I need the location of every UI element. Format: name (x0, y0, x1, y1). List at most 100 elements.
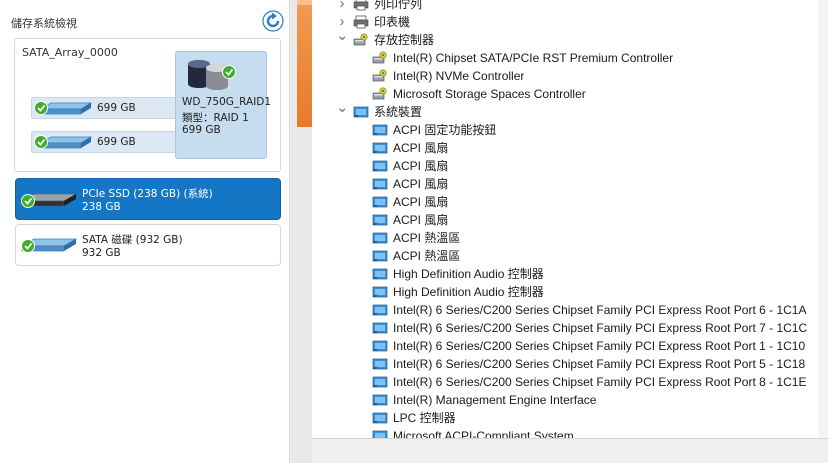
tree-device-item[interactable]: ACPI 固定功能按鈕 (312, 121, 818, 139)
system-device-icon (372, 267, 388, 281)
tree-device-item[interactable]: Intel(R) 6 Series/C200 Series Chipset Fa… (312, 337, 818, 355)
tree-item-label: ACPI 熱溫區 (393, 231, 461, 245)
panel-title: 儲存系統檢視 (11, 17, 77, 30)
disk-name: PCIe SSD (238 GB) (系統) (82, 188, 213, 200)
raid-volume-card[interactable]: WD_750G_RAID1 類型：RAID 1 699 GB (175, 51, 271, 159)
tree-item-label: Intel(R) 6 Series/C200 Series Chipset Fa… (393, 375, 807, 389)
tree-device-item[interactable]: Microsoft ACPI-Compliant System (312, 427, 818, 438)
tree-item-label: Microsoft ACPI-Compliant System (393, 429, 574, 438)
array-name: SATA_Array_0000 (22, 46, 118, 59)
tree-device-item[interactable]: Intel(R) 6 Series/C200 Series Chipset Fa… (312, 355, 818, 373)
tree-device-item[interactable]: ACPI 風扇 (312, 175, 818, 193)
storage-controller-icon (372, 87, 388, 101)
refresh-icon[interactable] (262, 10, 284, 32)
tree-device-item[interactable]: Intel(R) 6 Series/C200 Series Chipset Fa… (312, 301, 818, 319)
accent-strip (297, 0, 312, 127)
tree-device-item[interactable]: ACPI 風扇 (312, 139, 818, 157)
tree-device-item[interactable]: Microsoft Storage Spaces Controller (312, 85, 818, 103)
tree-device-item[interactable]: High Definition Audio 控制器 (312, 265, 818, 283)
tree-item-label: High Definition Audio 控制器 (393, 285, 544, 299)
member-size: 699 GB (97, 102, 136, 114)
chevron-right-icon[interactable]: › (336, 0, 348, 13)
system-device-icon (372, 393, 388, 407)
tree-device-item[interactable]: Intel(R) NVMe Controller (312, 67, 818, 85)
disk-name: SATA 磁碟 (932 GB) (82, 234, 183, 246)
system-device-icon (372, 429, 388, 438)
hard-disk-icon (34, 101, 93, 115)
tree-category[interactable]: › 列印佇列 (312, 0, 818, 13)
system-device-icon (372, 249, 388, 263)
tree-device-item[interactable]: Intel(R) 6 Series/C200 Series Chipset Fa… (312, 373, 818, 391)
system-device-icon (372, 303, 388, 317)
tree-item-label: 系統裝置 (374, 105, 423, 119)
hard-disk-icon (20, 238, 78, 253)
disk-size: 238 GB (82, 201, 121, 213)
tree-item-label: 存放控制器 (374, 33, 435, 47)
tree-item-label: ACPI 風扇 (393, 141, 449, 155)
tree-category[interactable]: › 印表機 (312, 13, 818, 31)
system-device-icon (353, 105, 369, 119)
storage-controller-icon (372, 69, 388, 83)
chevron-down-icon[interactable]: ⌄ (336, 28, 349, 49)
tree-item-label: 印表機 (374, 15, 411, 29)
tree-item-label: ACPI 熱溫區 (393, 249, 461, 263)
tree-category[interactable]: ⌄ 系統裝置 (312, 100, 818, 121)
member-size: 699 GB (97, 136, 136, 148)
disk-card-sata[interactable]: SATA 磁碟 (932 GB) 932 GB (15, 224, 281, 266)
tree-category[interactable]: ⌄ 存放控制器 (312, 28, 818, 49)
system-device-icon (372, 285, 388, 299)
system-device-icon (372, 195, 388, 209)
system-device-icon (372, 159, 388, 173)
system-device-icon (372, 213, 388, 227)
storage-controller-icon (353, 33, 369, 47)
tree-item-label: Microsoft Storage Spaces Controller (393, 87, 586, 101)
raid-name: WD_750G_RAID1 (182, 96, 272, 108)
accent-strip-highlight (297, 0, 312, 5)
printer-icon (353, 0, 369, 11)
system-device-icon (372, 123, 388, 137)
tree-device-item[interactable]: Intel(R) Management Engine Interface (312, 391, 818, 409)
storage-system-view-panel: 儲存系統檢視 SATA_Array_0000 699 GB 699 GB WD_… (0, 0, 290, 463)
tree-device-item[interactable]: Intel(R) 6 Series/C200 Series Chipset Fa… (312, 319, 818, 337)
device-manager-tree: › 列印佇列 › 印表機 ⌄ 存放控制器 Intel(R) Chipset SATA/PCI… (312, 0, 828, 438)
disk-size: 932 GB (82, 247, 121, 259)
tree-item-label: ACPI 風扇 (393, 213, 449, 227)
raid-type: 類型：RAID 1 (182, 112, 249, 124)
system-device-icon (372, 357, 388, 371)
tree-item-label: LPC 控制器 (393, 411, 456, 425)
tree-item-label: ACPI 風扇 (393, 195, 449, 209)
disk-card-pcie-ssd[interactable]: PCIe SSD (238 GB) (系統) 238 GB (15, 178, 281, 220)
tree-item-label: ACPI 風扇 (393, 177, 449, 191)
tree-item-label: Intel(R) 6 Series/C200 Series Chipset Fa… (393, 339, 806, 353)
tree-device-item[interactable]: High Definition Audio 控制器 (312, 283, 818, 301)
tree-device-item[interactable]: ACPI 熱溫區 (312, 229, 818, 247)
tree-item-label: Intel(R) Chipset SATA/PCIe RST Premium C… (393, 51, 674, 65)
tree-device-item[interactable]: ACPI 風扇 (312, 211, 818, 229)
tree-item-label: Intel(R) 6 Series/C200 Series Chipset Fa… (393, 321, 808, 335)
raid-array-group[interactable]: SATA_Array_0000 699 GB 699 GB WD_750G_RA… (14, 38, 281, 172)
tree-item-label: ACPI 固定功能按鈕 (393, 123, 497, 137)
tree-device-item[interactable]: ACPI 風扇 (312, 157, 818, 175)
ssd-icon (20, 193, 78, 208)
raid-volume-icon (188, 60, 236, 90)
array-member-disk[interactable]: 699 GB (31, 97, 191, 119)
tree-item-label: Intel(R) 6 Series/C200 Series Chipset Fa… (393, 303, 807, 317)
tree-device-item[interactable]: LPC 控制器 (312, 409, 818, 427)
system-device-icon (372, 141, 388, 155)
hard-disk-icon (34, 135, 93, 149)
storage-controller-icon (372, 51, 388, 65)
system-device-icon (372, 375, 388, 389)
system-device-icon (372, 231, 388, 245)
horizontal-scrollbar[interactable] (312, 438, 828, 463)
system-device-icon (372, 177, 388, 191)
array-member-disk[interactable]: 699 GB (31, 131, 191, 153)
tree-device-item[interactable]: Intel(R) Chipset SATA/PCIe RST Premium C… (312, 49, 818, 67)
chevron-down-icon[interactable]: ⌄ (336, 100, 349, 121)
tree-device-item[interactable]: ACPI 熱溫區 (312, 247, 818, 265)
printer-icon (353, 15, 369, 29)
system-device-icon (372, 321, 388, 335)
system-device-icon (372, 339, 388, 353)
tree-device-item[interactable]: ACPI 風扇 (312, 193, 818, 211)
system-device-icon (372, 411, 388, 425)
vertical-scrollbar[interactable] (818, 0, 828, 438)
